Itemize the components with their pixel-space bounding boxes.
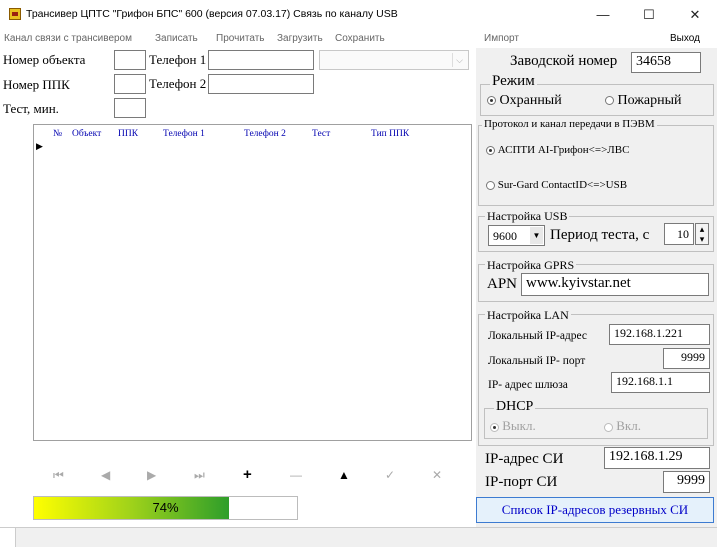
mode-title: Режим [490, 73, 537, 90]
usb-title: Настройка USB [485, 209, 570, 224]
grid-col-object[interactable]: Объект [72, 129, 101, 139]
local-port-label: Локальный IP- порт [488, 355, 586, 367]
lan-title: Настройка LAN [485, 308, 571, 323]
grid-col-number[interactable]: № [53, 129, 62, 139]
radio-on-icon [487, 96, 496, 106]
object-number-input[interactable] [114, 50, 146, 70]
progress-label: 74% [152, 500, 179, 515]
grid-col-phone2[interactable]: Телефон 2 [244, 129, 286, 139]
grid-col-test[interactable]: Тест [312, 129, 330, 139]
test-period-input[interactable]: 10 [664, 223, 694, 245]
object-number-label: Номер объекта [3, 52, 86, 67]
edit-record-icon[interactable]: ▲ [338, 468, 350, 482]
insert-record-icon[interactable]: + [243, 466, 252, 483]
dhcp-option-on[interactable]: Вкл. [604, 418, 641, 434]
post-record-icon[interactable]: ✓ [385, 468, 395, 482]
menu-write[interactable]: Записать [155, 33, 198, 44]
chevron-down-icon: ▼ [530, 227, 543, 244]
dhcp-title: DHCP [494, 399, 536, 415]
grid-col-phone1[interactable]: Телефон 1 [163, 129, 205, 139]
phone1-label: Телефон 1 [149, 52, 207, 67]
next-record-icon[interactable]: ▶ [147, 468, 156, 482]
serial-number-label: Заводской номер [510, 53, 618, 69]
menu-channel[interactable]: Канал связи с трансивером [4, 33, 132, 44]
phone2-input[interactable] [208, 74, 314, 94]
apn-label: APN [487, 276, 518, 292]
progress-bar: 74% [33, 496, 298, 520]
si-port-label: IP-порт СИ [485, 474, 558, 490]
si-port-input[interactable]: 9999 [663, 471, 710, 493]
navigator: ⏮ ◀ ▶ ⏭ + — ▲ ✓ ✕ [33, 466, 472, 486]
usb-speed-select[interactable]: 9600 ▼ [488, 225, 545, 246]
backup-si-list-button[interactable]: Список IP-адресов резервных СИ [476, 497, 714, 523]
dhcp-option-off[interactable]: Выкл. [490, 418, 536, 434]
apn-input[interactable]: www.kyivstar.net [521, 273, 709, 296]
mode-option-guard[interactable]: Охранный [487, 93, 562, 109]
last-record-icon[interactable]: ⏭ [194, 468, 205, 483]
row-indicator-icon: ▶ [36, 141, 43, 151]
protocol-group [478, 125, 714, 206]
app-icon [9, 8, 21, 20]
grid-col-ppk-type[interactable]: Тип ППК [371, 129, 409, 139]
close-button[interactable]: ✕ [672, 0, 717, 30]
local-ip-input[interactable]: 192.168.1.221 [609, 324, 710, 345]
window-title: Трансивер ЦПТС "Грифон БПС" 600 (версия … [26, 8, 398, 20]
phone2-label: Телефон 2 [149, 76, 207, 91]
serial-number-input[interactable]: 34658 [631, 52, 701, 73]
menu-import[interactable]: Импорт [484, 33, 519, 44]
chevron-down-icon: ⌵ [452, 53, 466, 67]
menu-exit[interactable]: Выход [670, 33, 700, 44]
local-ip-label: Локальный IP-адрес [488, 330, 588, 342]
mode-option-fire[interactable]: Пожарный [605, 93, 682, 109]
menu-load[interactable]: Загрузить [277, 33, 323, 44]
si-ip-input[interactable]: 192.168.1.29 [604, 447, 710, 469]
data-grid[interactable]: № Объект ППК Телефон 1 Телефон 2 Тест Ти… [33, 124, 472, 441]
delete-record-icon[interactable]: — [290, 468, 302, 482]
maximize-button[interactable]: ☐ [626, 0, 672, 30]
gateway-label: IP- адрес шлюза [488, 379, 568, 391]
ppk-type-select[interactable]: ⌵ [319, 50, 469, 70]
title-bar: Трансивер ЦПТС "Грифон БПС" 600 (версия … [0, 0, 717, 30]
test-period-spinner[interactable]: ▴ ▾ [695, 223, 709, 245]
gprs-title: Настройка GPRS [485, 258, 577, 273]
si-ip-label: IP-адрес СИ [485, 451, 564, 467]
ppk-number-input[interactable] [114, 74, 146, 94]
minimize-button[interactable]: — [580, 0, 626, 30]
radio-on-icon [490, 422, 499, 432]
prior-record-icon[interactable]: ◀ [101, 468, 110, 482]
test-minutes-label: Тест, мин. [3, 101, 59, 116]
phone1-input[interactable] [208, 50, 314, 70]
status-panel [0, 528, 16, 547]
menu-bar: Канал связи с трансивером Записать Прочи… [0, 30, 717, 48]
protocol-option-usb[interactable]: Sur-Gard ContactID<=>USB [486, 179, 627, 191]
test-minutes-input[interactable] [114, 98, 146, 118]
status-bar [0, 527, 717, 547]
radio-off-icon [486, 180, 495, 190]
local-port-input[interactable]: 9999 [663, 348, 710, 369]
grid-col-ppk[interactable]: ППК [118, 129, 138, 139]
test-period-label: Период теста, с [550, 227, 650, 243]
menu-save[interactable]: Сохранить [335, 33, 385, 44]
ppk-number-label: Номер ППК [3, 77, 70, 92]
protocol-title: Протокол и канал передачи в ПЭВМ [482, 118, 657, 130]
protocol-option-lan[interactable]: АСПТИ АI-Грифон<=>ЛВС [486, 144, 629, 156]
radio-on-icon [486, 145, 495, 155]
radio-off-icon [605, 96, 614, 106]
radio-off-icon [604, 422, 613, 432]
first-record-icon[interactable]: ⏮ [53, 468, 64, 483]
cancel-record-icon[interactable]: ✕ [432, 468, 442, 482]
menu-read[interactable]: Прочитать [216, 33, 265, 44]
gateway-input[interactable]: 192.168.1.1 [611, 372, 710, 393]
